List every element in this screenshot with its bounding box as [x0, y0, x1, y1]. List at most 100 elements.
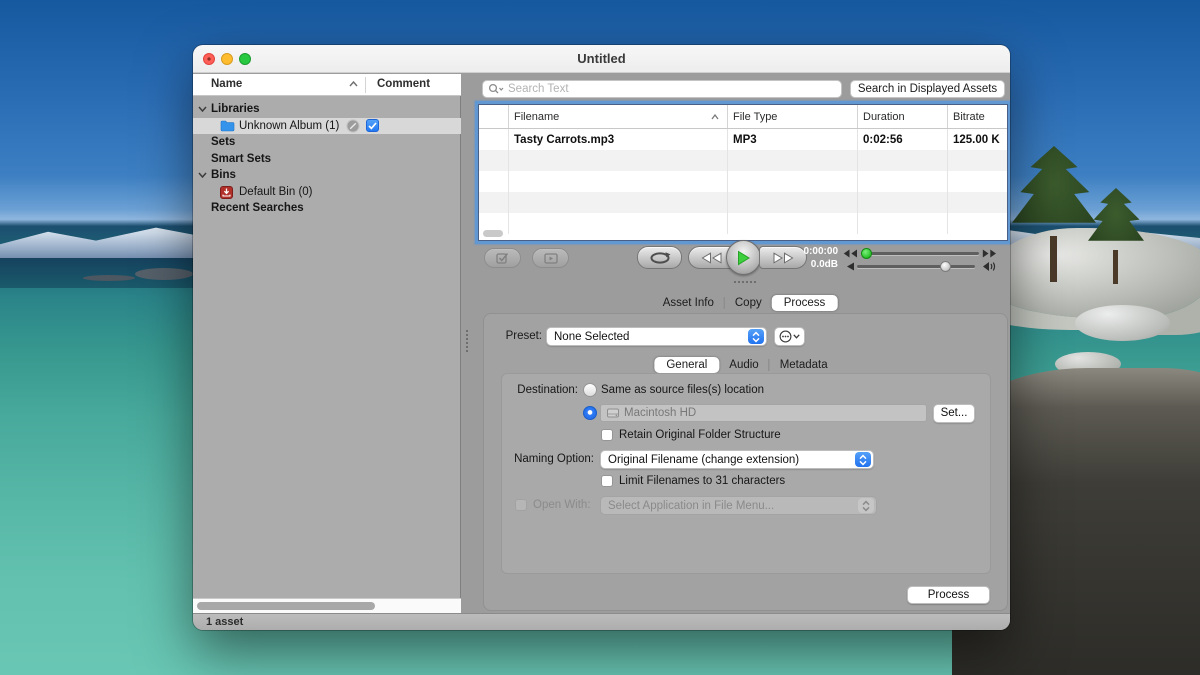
bitrate-column-header[interactable]: Bitrate — [948, 105, 1007, 128]
play-icon — [736, 250, 751, 266]
process-panel: Preset: None Selected General Audio M — [483, 313, 1008, 611]
tab-asset-info[interactable]: Asset Info — [653, 295, 724, 311]
sidebar-horizontal-scrollbar[interactable] — [193, 598, 461, 613]
sidebar: Name Comment Libraries Unknown Album (1) — [193, 74, 461, 613]
asset-count: 1 asset — [206, 616, 243, 628]
playback-time: 0:00:00 — [784, 246, 838, 257]
status-bar: 1 asset — [193, 613, 1010, 630]
sidebar-item-sets[interactable]: Sets — [193, 134, 461, 151]
source-tree: Libraries Unknown Album (1) Sets Smart S… — [193, 101, 461, 217]
limit-filenames-label[interactable]: Limit Filenames to 31 characters — [619, 475, 785, 487]
volume-track[interactable] — [857, 265, 975, 268]
titlebar[interactable]: Untitled — [193, 45, 1010, 73]
naming-option-dropdown[interactable]: Original Filename (change extension) — [600, 450, 874, 469]
icon-column-header[interactable] — [479, 105, 509, 128]
filename-column-header[interactable]: Filename — [509, 105, 728, 128]
scrollbar-thumb[interactable] — [197, 602, 375, 610]
table-row-empty — [479, 150, 1007, 171]
sidebar-item-smart-sets[interactable]: Smart Sets — [193, 151, 461, 168]
naming-option-label: Naming Option: — [502, 453, 594, 465]
search-input[interactable]: Search Text — [482, 80, 842, 98]
select-asset-button — [484, 248, 521, 268]
volume-knob[interactable] — [940, 261, 951, 272]
play-button[interactable] — [726, 240, 761, 275]
column-divider — [365, 77, 366, 93]
volume-max-icon[interactable] — [981, 261, 997, 272]
table-row[interactable]: Tasty Carrots.mp3 MP3 0:02:56 125.00 K — [479, 129, 1007, 150]
preset-actions-button[interactable] — [774, 327, 805, 346]
sidebar-item-default-bin[interactable]: Default Bin (0) — [193, 184, 461, 201]
retain-folder-checkbox[interactable] — [601, 429, 613, 441]
set-destination-button[interactable]: Set... — [933, 404, 975, 423]
hard-drive-icon — [607, 408, 619, 418]
window-title: Untitled — [193, 51, 1010, 66]
sidebar-item-recent-searches[interactable]: Recent Searches — [193, 200, 461, 217]
table-horizontal-scrollbar[interactable] — [483, 230, 503, 237]
pane-resize-handle[interactable] — [734, 281, 756, 283]
splitter-handle[interactable] — [466, 330, 468, 352]
preset-dropdown[interactable]: None Selected — [546, 327, 767, 346]
distant-rocks — [135, 268, 193, 280]
tab-process[interactable]: Process — [772, 295, 838, 311]
rewind-icon — [701, 252, 723, 264]
tab-copy[interactable]: Copy — [725, 295, 772, 311]
open-with-checkbox — [515, 499, 527, 511]
process-button[interactable]: Process — [907, 586, 990, 604]
sidebar-item-unknown-album[interactable]: Unknown Album (1) — [193, 118, 461, 135]
main-tab-bar: Asset Info Copy Process — [653, 295, 838, 311]
destination-path-field[interactable]: Macintosh HD — [600, 404, 927, 422]
volume-min-icon[interactable] — [846, 262, 855, 271]
general-settings-panel: Destination: Same as source files(s) loc… — [501, 373, 991, 574]
app-window: Untitled Name Comment Libraries Unknown … — [193, 45, 1010, 630]
desktop-wallpaper: Untitled Name Comment Libraries Unknown … — [0, 0, 1200, 675]
checkbox-icon — [496, 252, 510, 264]
sidebar-item-libraries[interactable]: Libraries — [193, 101, 461, 118]
loop-button[interactable] — [637, 246, 682, 269]
chevron-down-icon[interactable] — [198, 172, 207, 178]
sync-status-icon — [346, 119, 360, 133]
column-comment[interactable]: Comment — [377, 78, 430, 90]
search-placeholder: Search Text — [508, 83, 569, 95]
water-boulder — [1075, 305, 1170, 341]
chevron-down-icon — [793, 334, 800, 339]
subtab-audio[interactable]: Audio — [719, 357, 768, 373]
ellipsis-circle-icon — [779, 330, 792, 343]
filename-cell: Tasty Carrots.mp3 — [509, 129, 728, 150]
process-subtab-bar: General Audio Metadata — [654, 357, 837, 373]
limit-filenames-checkbox[interactable] — [601, 475, 613, 487]
album-checkbox[interactable] — [366, 119, 379, 132]
filetype-column-header[interactable]: File Type — [728, 105, 858, 128]
sort-ascending-icon — [349, 81, 358, 87]
chevron-down-icon[interactable] — [198, 106, 207, 112]
sidebar-item-bins[interactable]: Bins — [193, 167, 461, 184]
table-header: Filename File Type Duration Bitrate — [479, 105, 1007, 129]
subtab-metadata[interactable]: Metadata — [770, 357, 838, 373]
skip-forward-icon[interactable] — [982, 249, 997, 258]
table-row-empty — [479, 192, 1007, 213]
asset-table: Filename File Type Duration Bitrate Tast… — [478, 104, 1008, 241]
same-as-source-label[interactable]: Same as source files(s) location — [601, 384, 764, 396]
column-name[interactable]: Name — [211, 78, 242, 90]
skip-back-icon[interactable] — [843, 249, 858, 258]
duration-cell: 0:02:56 — [858, 129, 948, 150]
folder-icon — [220, 120, 235, 132]
search-icon — [488, 83, 504, 95]
loop-icon — [648, 251, 672, 265]
subtab-general[interactable]: General — [654, 357, 719, 373]
same-as-source-radio[interactable] — [583, 383, 597, 397]
open-with-dropdown: Select Application in File Menu... — [600, 496, 877, 515]
popup-stepper-icon — [858, 498, 874, 513]
main-panel: Search Text Search in Displayed Assets F… — [462, 74, 1010, 613]
slideshow-icon — [544, 253, 558, 264]
duration-column-header[interactable]: Duration — [858, 105, 948, 128]
retain-folder-label[interactable]: Retain Original Folder Structure — [619, 429, 781, 441]
sidebar-column-header: Name Comment — [193, 74, 461, 96]
search-displayed-assets-button[interactable]: Search in Displayed Assets — [850, 80, 1005, 98]
custom-destination-radio[interactable] — [583, 406, 597, 420]
scrubber-track[interactable] — [861, 252, 979, 255]
shore-rocks — [985, 228, 1200, 318]
slideshow-button — [532, 248, 569, 268]
bitrate-cell: 125.00 K — [948, 129, 1007, 150]
scrubber-knob[interactable] — [861, 248, 872, 259]
destination-label: Destination: — [502, 384, 578, 396]
